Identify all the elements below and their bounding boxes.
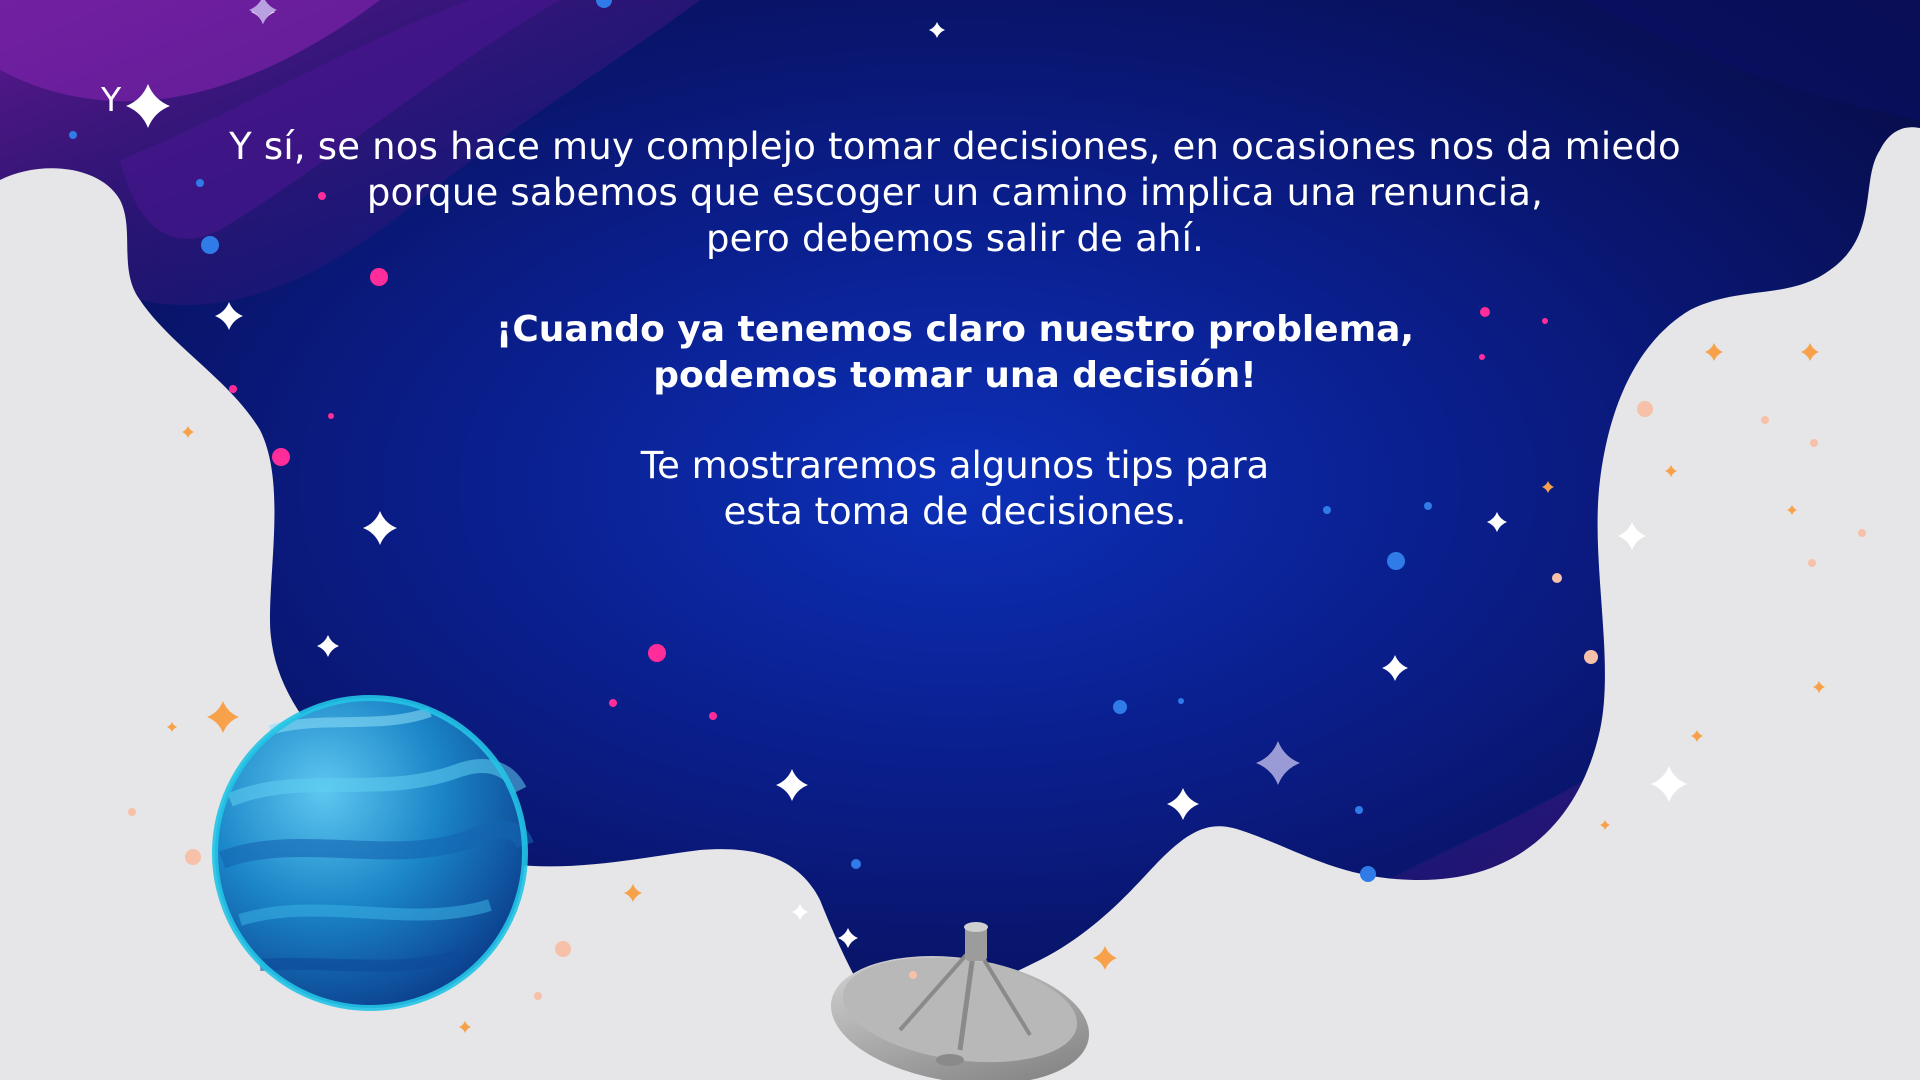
star-dot — [229, 385, 237, 393]
star-dot — [709, 712, 717, 720]
star-dot — [909, 971, 917, 979]
star-dot — [1810, 439, 1818, 447]
star-dot — [185, 849, 201, 865]
star-dot — [534, 992, 542, 1000]
star-dot — [1858, 529, 1866, 537]
star-dot — [1178, 698, 1184, 704]
star-dot — [1113, 700, 1127, 714]
star-dot — [1542, 318, 1548, 324]
star-dot — [1424, 502, 1432, 510]
star-dot — [69, 131, 77, 139]
star-dot — [272, 448, 290, 466]
star-dot — [648, 644, 666, 662]
star-dot — [1480, 307, 1490, 317]
space-background — [0, 0, 1920, 1080]
star-dot — [1808, 559, 1816, 567]
star-dot — [1552, 573, 1562, 583]
star-dot — [1761, 416, 1769, 424]
star-dot — [196, 179, 204, 187]
star-dot — [1360, 866, 1376, 882]
star-dot — [370, 268, 388, 286]
star-dot — [555, 941, 571, 957]
star-dot — [851, 859, 861, 869]
blue-planet-icon — [212, 695, 534, 1011]
star-dot — [328, 413, 334, 419]
star-dot — [1355, 806, 1363, 814]
star-dot — [1323, 506, 1331, 514]
star-dot — [1479, 354, 1485, 360]
star-dot — [1584, 650, 1598, 664]
star-dot — [1387, 552, 1405, 570]
star-dot — [1637, 401, 1653, 417]
star-dot — [201, 236, 219, 254]
star-dot — [609, 699, 617, 707]
star-dot — [318, 192, 326, 200]
star-dot — [128, 808, 136, 816]
